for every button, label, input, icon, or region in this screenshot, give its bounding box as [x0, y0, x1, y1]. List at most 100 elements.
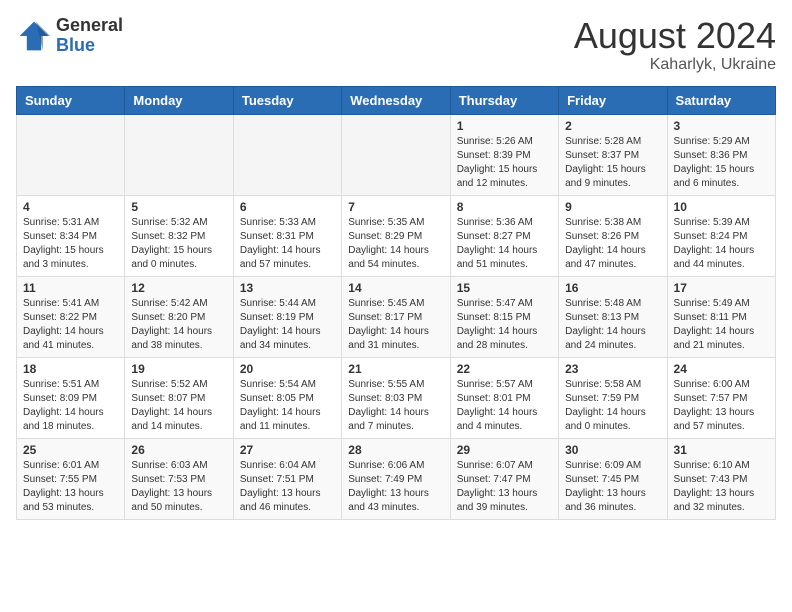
day-number: 13	[240, 281, 335, 295]
calendar-cell: 1Sunrise: 5:26 AM Sunset: 8:39 PM Daylig…	[450, 114, 558, 195]
calendar-cell	[233, 114, 341, 195]
day-info: Sunrise: 5:48 AM Sunset: 8:13 PM Dayligh…	[565, 297, 660, 353]
day-info: Sunrise: 5:32 AM Sunset: 8:32 PM Dayligh…	[131, 216, 226, 272]
day-of-week-header: Thursday	[450, 86, 558, 114]
calendar-cell: 17 Sunrise: 5:49 AM Sunset: 8:11 PM Dayli…	[667, 276, 775, 357]
calendar-cell: 18 Sunrise: 5:51 AM Sunset: 8:09 PM Dayli…	[17, 357, 125, 438]
day-number: 25	[23, 443, 118, 457]
calendar-cell: 2 Sunrise: 5:28 AM Sunset: 8:37 PM Daylig…	[559, 114, 667, 195]
day-info: Sunrise: 5:41 AM Sunset: 8:22 PM Dayligh…	[23, 297, 118, 353]
day-number: 29	[457, 443, 552, 457]
page-header: General Blue August 2024 Kaharlyk, Ukrai…	[16, 16, 776, 74]
calendar-cell	[125, 114, 233, 195]
calendar-cell	[17, 114, 125, 195]
calendar-cell: 26 Sunrise: 6:03 AM Sunset: 7:53 PM Dayli…	[125, 438, 233, 519]
day-info: Sunrise: 5:44 AM Sunset: 8:19 PM Dayligh…	[240, 297, 335, 353]
calendar-week-row: 11 Sunrise: 5:41 AM Sunset: 8:22 PM Dayli…	[17, 276, 776, 357]
calendar-cell: 4 Sunrise: 5:31 AM Sunset: 8:34 PM Daylig…	[17, 195, 125, 276]
day-info: Sunrise: 5:51 AM Sunset: 8:09 PM Dayligh…	[23, 378, 118, 434]
day-number: 30	[565, 443, 660, 457]
day-info: Sunrise: 5:36 AM Sunset: 8:27 PM Dayligh…	[457, 216, 552, 272]
calendar-cell: 28Sunrise: 6:06 AM Sunset: 7:49 PM Dayli…	[342, 438, 450, 519]
day-info: Sunrise: 5:26 AM Sunset: 8:39 PM Dayligh…	[457, 135, 552, 191]
day-info: Sunrise: 5:29 AM Sunset: 8:36 PM Dayligh…	[674, 135, 769, 191]
day-info: Sunrise: 5:47 AM Sunset: 8:15 PM Dayligh…	[457, 297, 552, 353]
calendar-cell: 22Sunrise: 5:57 AM Sunset: 8:01 PM Dayli…	[450, 357, 558, 438]
day-info: Sunrise: 5:28 AM Sunset: 8:37 PM Dayligh…	[565, 135, 660, 191]
calendar-cell: 14Sunrise: 5:45 AM Sunset: 8:17 PM Dayli…	[342, 276, 450, 357]
day-info: Sunrise: 5:45 AM Sunset: 8:17 PM Dayligh…	[348, 297, 443, 353]
calendar-cell: 19 Sunrise: 5:52 AM Sunset: 8:07 PM Dayli…	[125, 357, 233, 438]
day-info: Sunrise: 5:42 AM Sunset: 8:20 PM Dayligh…	[131, 297, 226, 353]
calendar-cell: 20 Sunrise: 5:54 AM Sunset: 8:05 PM Dayli…	[233, 357, 341, 438]
calendar-cell: 8 Sunrise: 5:36 AM Sunset: 8:27 PM Daylig…	[450, 195, 558, 276]
day-number: 6	[240, 200, 335, 214]
day-info: Sunrise: 5:52 AM Sunset: 8:07 PM Dayligh…	[131, 378, 226, 434]
day-number: 4	[23, 200, 118, 214]
logo: General Blue	[16, 16, 123, 56]
day-of-week-header: Friday	[559, 86, 667, 114]
day-info: Sunrise: 5:49 AM Sunset: 8:11 PM Dayligh…	[674, 297, 769, 353]
day-info: Sunrise: 5:38 AM Sunset: 8:26 PM Dayligh…	[565, 216, 660, 272]
day-number: 10	[674, 200, 769, 214]
day-info: Sunrise: 5:39 AM Sunset: 8:24 PM Dayligh…	[674, 216, 769, 272]
day-number: 17	[674, 281, 769, 295]
calendar-cell: 9 Sunrise: 5:38 AM Sunset: 8:26 PM Daylig…	[559, 195, 667, 276]
calendar-cell: 31Sunrise: 6:10 AM Sunset: 7:43 PM Dayli…	[667, 438, 775, 519]
calendar-week-row: 25 Sunrise: 6:01 AM Sunset: 7:55 PM Dayli…	[17, 438, 776, 519]
day-number: 5	[131, 200, 226, 214]
calendar-cell: 6 Sunrise: 5:33 AM Sunset: 8:31 PM Daylig…	[233, 195, 341, 276]
day-number: 23	[565, 362, 660, 376]
logo-text: General Blue	[56, 16, 123, 56]
calendar-cell: 7 Sunrise: 5:35 AM Sunset: 8:29 PM Daylig…	[342, 195, 450, 276]
day-number: 31	[674, 443, 769, 457]
calendar-cell: 16Sunrise: 5:48 AM Sunset: 8:13 PM Dayli…	[559, 276, 667, 357]
calendar-cell: 30Sunrise: 6:09 AM Sunset: 7:45 PM Dayli…	[559, 438, 667, 519]
day-info: Sunrise: 5:55 AM Sunset: 8:03 PM Dayligh…	[348, 378, 443, 434]
day-of-week-header: Saturday	[667, 86, 775, 114]
calendar-cell	[342, 114, 450, 195]
day-info: Sunrise: 5:31 AM Sunset: 8:34 PM Dayligh…	[23, 216, 118, 272]
day-info: Sunrise: 5:35 AM Sunset: 8:29 PM Dayligh…	[348, 216, 443, 272]
day-of-week-header: Sunday	[17, 86, 125, 114]
month-year-title: August 2024	[574, 16, 776, 56]
calendar-cell: 21 Sunrise: 5:55 AM Sunset: 8:03 PM Dayli…	[342, 357, 450, 438]
calendar-week-row: 4 Sunrise: 5:31 AM Sunset: 8:34 PM Daylig…	[17, 195, 776, 276]
calendar-cell: 11 Sunrise: 5:41 AM Sunset: 8:22 PM Dayli…	[17, 276, 125, 357]
calendar-cell: 3Sunrise: 5:29 AM Sunset: 8:36 PM Daylig…	[667, 114, 775, 195]
day-number: 19	[131, 362, 226, 376]
day-number: 7	[348, 200, 443, 214]
calendar-cell: 15Sunrise: 5:47 AM Sunset: 8:15 PM Dayli…	[450, 276, 558, 357]
day-number: 2	[565, 119, 660, 133]
day-number: 12	[131, 281, 226, 295]
days-of-week-row: SundayMondayTuesdayWednesdayThursdayFrid…	[17, 86, 776, 114]
day-of-week-header: Monday	[125, 86, 233, 114]
day-of-week-header: Wednesday	[342, 86, 450, 114]
day-number: 18	[23, 362, 118, 376]
calendar-cell: 23 Sunrise: 5:58 AM Sunset: 7:59 PM Dayli…	[559, 357, 667, 438]
location-subtitle: Kaharlyk, Ukraine	[574, 56, 776, 74]
calendar-cell: 10 Sunrise: 5:39 AM Sunset: 8:24 PM Dayli…	[667, 195, 775, 276]
day-number: 20	[240, 362, 335, 376]
day-info: Sunrise: 5:54 AM Sunset: 8:05 PM Dayligh…	[240, 378, 335, 434]
day-number: 9	[565, 200, 660, 214]
calendar-header: SundayMondayTuesdayWednesdayThursdayFrid…	[17, 86, 776, 114]
day-number: 21	[348, 362, 443, 376]
calendar-cell: 27Sunrise: 6:04 AM Sunset: 7:51 PM Dayli…	[233, 438, 341, 519]
calendar-body: 1Sunrise: 5:26 AM Sunset: 8:39 PM Daylig…	[17, 114, 776, 519]
day-of-week-header: Tuesday	[233, 86, 341, 114]
day-info: Sunrise: 6:03 AM Sunset: 7:53 PM Dayligh…	[131, 459, 226, 515]
calendar-cell: 24Sunrise: 6:00 AM Sunset: 7:57 PM Dayli…	[667, 357, 775, 438]
day-info: Sunrise: 5:58 AM Sunset: 7:59 PM Dayligh…	[565, 378, 660, 434]
calendar-week-row: 1Sunrise: 5:26 AM Sunset: 8:39 PM Daylig…	[17, 114, 776, 195]
day-number: 11	[23, 281, 118, 295]
day-number: 26	[131, 443, 226, 457]
calendar-week-row: 18 Sunrise: 5:51 AM Sunset: 8:09 PM Dayli…	[17, 357, 776, 438]
logo-general-label: General	[56, 16, 123, 36]
day-info: Sunrise: 6:01 AM Sunset: 7:55 PM Dayligh…	[23, 459, 118, 515]
calendar-cell: 29 Sunrise: 6:07 AM Sunset: 7:47 PM Dayli…	[450, 438, 558, 519]
day-info: Sunrise: 5:33 AM Sunset: 8:31 PM Dayligh…	[240, 216, 335, 272]
day-number: 8	[457, 200, 552, 214]
day-info: Sunrise: 6:04 AM Sunset: 7:51 PM Dayligh…	[240, 459, 335, 515]
day-info: Sunrise: 6:07 AM Sunset: 7:47 PM Dayligh…	[457, 459, 552, 515]
